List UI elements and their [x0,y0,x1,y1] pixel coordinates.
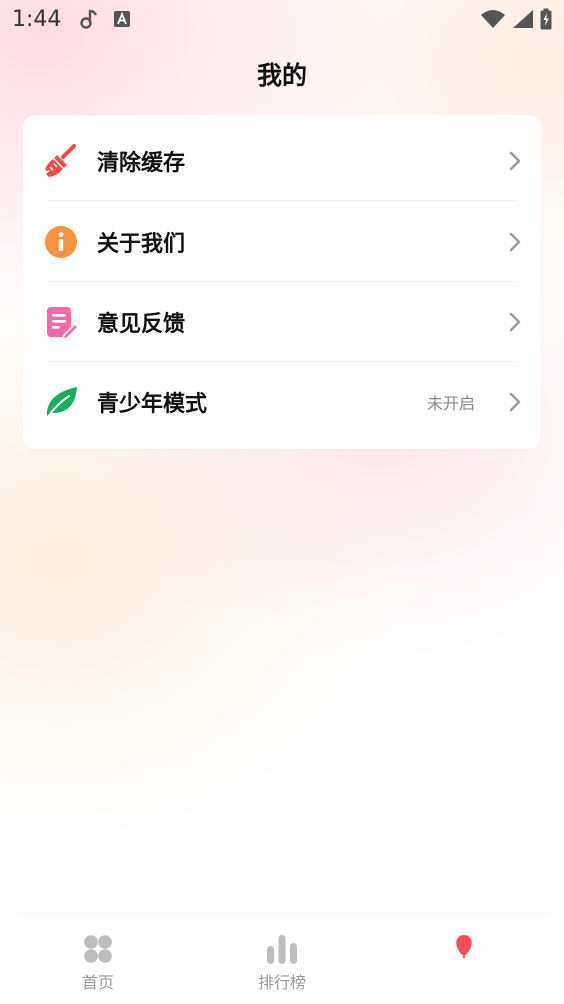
menu-item-clear-cache[interactable]: 清除缓存 [23,121,541,201]
menu-label-teen-mode: 青少年模式 [97,392,208,417]
balloon-icon [456,935,472,958]
menu-item-about-us[interactable]: 关于我们 [23,202,541,282]
chevron-right-icon [509,151,521,171]
leaf-icon [43,384,79,420]
menu-item-feedback[interactable]: 意见反馈 [23,282,541,362]
wifi-icon [481,10,505,28]
nav-item-home[interactable]: 首页 [4,916,192,1004]
chevron-right-icon [509,392,521,412]
broom-icon [43,143,79,179]
status-time: 1:44 [12,6,62,32]
text-a-icon [114,11,131,27]
teen-mode-status: 未开启 [426,394,475,413]
grid-four-icon [84,935,112,963]
bar-chart-icon [267,935,297,964]
nav-item-ranking[interactable]: 排行榜 [188,916,376,1004]
menu-label-clear-cache: 清除缓存 [97,151,186,176]
info-icon [43,224,79,260]
menu-item-teen-mode[interactable]: 青少年模式 未开启 [23,362,541,442]
chevron-right-icon [509,312,521,332]
feedback-note-icon [43,304,79,340]
battery-icon [540,8,552,30]
nav-item-mine[interactable] [372,916,560,1004]
nav-label-ranking: 排行榜 [257,973,306,992]
nav-label-home: 首页 [81,973,114,992]
bottom-nav: 首页 排行榜 [0,916,564,1004]
signal-icon [513,10,533,28]
music-note-icon [80,9,98,29]
menu-label-about-us: 关于我们 [97,232,186,257]
divider [47,200,517,201]
page-title: 我的 [256,61,307,90]
menu-card: 清除缓存 关于我们 意见反馈 青少年模式 未开启 [23,115,541,449]
menu-label-feedback: 意见反馈 [97,312,186,337]
chevron-right-icon [509,232,521,252]
status-bar: 1:44 [0,0,564,38]
